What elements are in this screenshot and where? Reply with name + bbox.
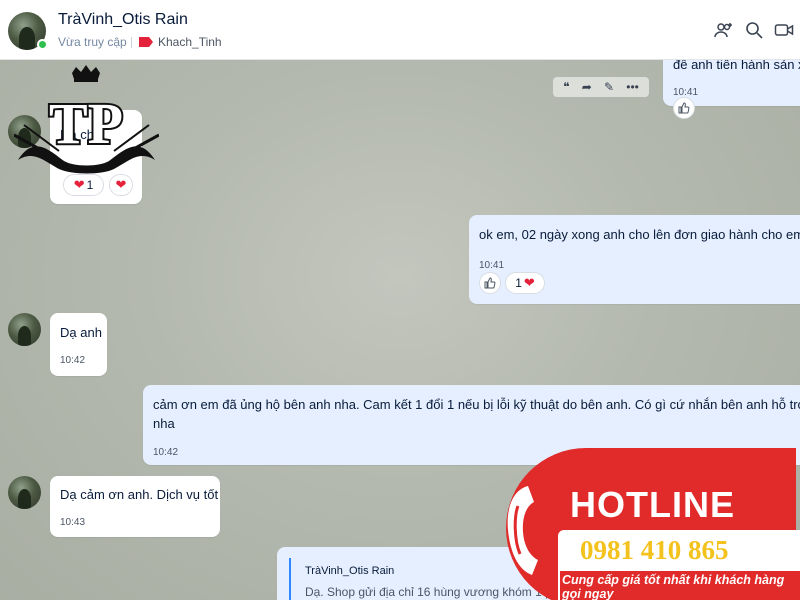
message-text: Dạ anh — [60, 325, 102, 340]
message-time: 10:42 — [153, 447, 179, 458]
quote-icon[interactable]: ❝ — [563, 81, 569, 93]
reaction-count-badge[interactable]: 1 ❤ — [505, 272, 545, 294]
hotline-banner[interactable]: HOTLINE 0981 410 865 Cung cấp giá tốt nh… — [498, 444, 800, 600]
message-time: 10:43 — [60, 517, 86, 528]
online-status-dot — [37, 39, 48, 50]
reaction-count: 1 — [515, 276, 522, 290]
tp-brand-logo: TP — [14, 65, 159, 174]
message-bubble-incoming[interactable]: Dạ cảm ơn anh. Dịch vụ tốt 10:43 — [50, 476, 220, 537]
contact-name[interactable]: TràVinh_Otis Rain — [58, 11, 188, 29]
phone-icon — [507, 486, 538, 575]
reaction-count: 1 — [86, 178, 94, 192]
heart-icon: ❤ — [523, 275, 535, 290]
edit-icon[interactable]: ✎ — [604, 81, 614, 93]
message-actions-toolbar: ❝ ➦ ✎ ••• — [553, 77, 649, 97]
like-reaction-button[interactable] — [673, 97, 695, 119]
thumbs-up-icon — [484, 277, 496, 289]
hotline-subtitle: Cung cấp giá tốt nhất khi khách hàng gọi… — [560, 571, 800, 600]
last-seen-status: Vừa truy cập — [58, 35, 127, 49]
message-text: ok em, 02 ngày xong anh cho lên đơn giao… — [479, 227, 800, 242]
quoted-sender-name: TràVinh_Otis Rain — [305, 565, 395, 577]
message-text: Dạ cảm ơn anh. Dịch vụ tốt — [60, 487, 219, 502]
logo-letters: TP — [49, 91, 123, 156]
chat-header: TràVinh_Otis Rain Vừa truy cập Khach_Tin… — [0, 0, 800, 60]
forward-icon[interactable]: ➦ — [582, 81, 592, 93]
tag-icon[interactable] — [139, 37, 153, 47]
message-text-line-1: cảm ơn em đã ủng hộ bên anh nha. Cam kết… — [153, 397, 800, 412]
header-divider — [131, 37, 132, 48]
thumbs-up-icon — [678, 102, 690, 114]
video-call-icon[interactable] — [774, 20, 794, 40]
hotline-phone-number[interactable]: 0981 410 865 — [580, 535, 729, 566]
sender-avatar[interactable] — [8, 476, 41, 509]
search-icon[interactable] — [744, 20, 764, 40]
more-options-icon[interactable]: ••• — [626, 81, 639, 93]
message-text: để anh tiến hành sản xu — [673, 60, 800, 72]
like-reaction-button[interactable] — [479, 272, 501, 294]
hotline-title: HOTLINE — [570, 484, 735, 525]
contact-tag-label[interactable]: Khach_Tinh — [158, 35, 222, 49]
message-text-line-2: nha — [153, 416, 175, 431]
sender-avatar[interactable] — [8, 313, 41, 346]
message-bubble-incoming[interactable]: Dạ anh 10:42 — [50, 313, 107, 376]
message-time: 10:42 — [60, 355, 86, 366]
add-user-icon[interactable] — [714, 20, 734, 40]
